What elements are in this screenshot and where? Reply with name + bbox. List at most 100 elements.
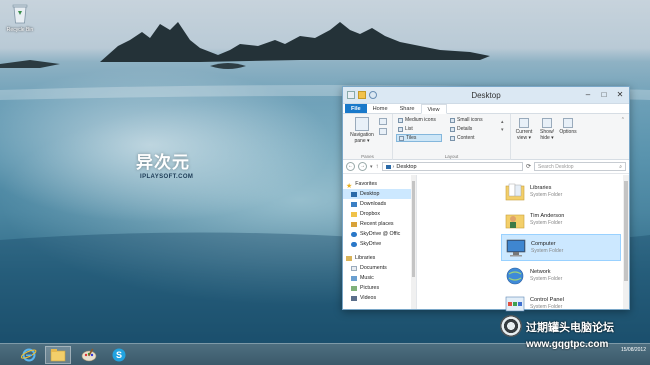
- forum-logo-icon: [500, 315, 522, 337]
- tiles-icon: [399, 135, 404, 141]
- control-panel-icon: [505, 296, 525, 311]
- small-icons-icon: [450, 117, 455, 123]
- preview-pane-icon[interactable]: [379, 118, 387, 125]
- desktop-icon: [351, 191, 357, 197]
- show-hide-icon: [542, 118, 552, 128]
- skype-icon: S: [112, 348, 126, 362]
- maximize-button[interactable]: □: [599, 90, 609, 100]
- content-scroll-thumb[interactable]: [624, 181, 628, 281]
- layout-item-label: Small icons: [457, 117, 483, 123]
- nav-item-label: SkyDrive @ Offic: [360, 231, 401, 237]
- nav-item-downloads[interactable]: Downloads: [343, 199, 416, 209]
- panes-group: Navigation pane ▾ Panes: [343, 114, 393, 160]
- refresh-icon[interactable]: ⟳: [526, 163, 531, 170]
- item-type: System Folder: [530, 220, 563, 226]
- address-path: Desktop: [396, 163, 417, 170]
- tab-file[interactable]: File: [345, 104, 367, 113]
- layout-scroll-arrows[interactable]: ▴ ▾: [501, 118, 504, 134]
- item-name: Tim Anderson: [530, 213, 565, 219]
- nav-item-desktop[interactable]: Desktop: [343, 189, 416, 199]
- minimize-button[interactable]: –: [583, 90, 593, 100]
- svg-text:S: S: [116, 350, 122, 360]
- taskbar-internet-explorer[interactable]: [16, 346, 42, 364]
- nav-item-documents[interactable]: Documents: [343, 263, 416, 273]
- recent-locations-icon[interactable]: ▾: [370, 164, 373, 170]
- nav-item-recent-places[interactable]: Recent places: [343, 219, 416, 229]
- nav-pane-scrollbar[interactable]: [411, 175, 416, 309]
- item-network[interactable]: Network System Folder: [501, 262, 621, 289]
- forward-button[interactable]: →: [358, 162, 367, 171]
- downloads-icon: [351, 201, 357, 207]
- taskbar-paint[interactable]: [76, 346, 102, 364]
- layout-tiles[interactable]: Tiles: [396, 134, 442, 142]
- layout-item-label: List: [405, 126, 413, 132]
- explorer-body: ★ Favorites Desktop Downloads Dropbox Re…: [343, 175, 629, 311]
- taskbar-file-explorer[interactable]: [45, 346, 71, 364]
- show-hide-button[interactable]: Show/ hide ▾: [537, 118, 557, 141]
- item-libraries[interactable]: Libraries System Folder: [501, 178, 621, 205]
- nav-favorites-header[interactable]: ★ Favorites: [343, 179, 416, 190]
- nav-libraries-header[interactable]: Libraries: [343, 253, 416, 263]
- current-view-button[interactable]: Current view ▾: [513, 118, 535, 141]
- internet-explorer-icon: [21, 348, 37, 362]
- skydrive-icon: [351, 241, 357, 247]
- item-tim-anderson[interactable]: Tim Anderson System Folder: [501, 206, 621, 233]
- options-button[interactable]: Options: [558, 118, 578, 136]
- recycle-bin-icon: [12, 4, 28, 24]
- content-scrollbar[interactable]: [623, 175, 629, 309]
- search-field[interactable]: Search Desktop ⌕: [534, 162, 626, 171]
- logo-english-text: IPLAYSOFT.COM: [140, 174, 194, 180]
- up-button[interactable]: ↑: [376, 164, 379, 170]
- title-bar[interactable]: Desktop – □ ✕: [343, 87, 629, 104]
- nav-item-skydrive-office[interactable]: SkyDrive @ Offic: [343, 229, 416, 239]
- music-icon: [351, 275, 357, 281]
- nav-item-label: Dropbox: [360, 211, 381, 217]
- watermark-chinese-text: 过期罐头电脑论坛: [526, 321, 614, 334]
- nav-item-label: Music: [360, 275, 374, 281]
- layout-details[interactable]: Details: [448, 125, 474, 133]
- taskbar-skype[interactable]: S: [106, 346, 132, 364]
- nav-item-skydrive[interactable]: SkyDrive: [343, 239, 416, 249]
- nav-pane-scroll-thumb[interactable]: [412, 181, 415, 277]
- nav-item-music[interactable]: Music: [343, 273, 416, 283]
- chevron-right-icon: ›: [392, 163, 395, 170]
- iplaysoft-logo: 异次元 IPLAYSOFT.COM: [136, 148, 193, 180]
- close-button[interactable]: ✕: [615, 90, 625, 100]
- nav-item-label: Videos: [360, 295, 377, 301]
- star-icon: ★: [346, 182, 353, 190]
- details-pane-icon[interactable]: [379, 128, 387, 135]
- recycle-bin[interactable]: Recycle Bin: [2, 2, 38, 33]
- tab-view[interactable]: View: [420, 104, 447, 114]
- network-icon: [506, 267, 524, 284]
- item-control-panel[interactable]: Control Panel System Folder: [501, 290, 621, 317]
- ribbon-tabs: File Home Share View: [343, 104, 629, 114]
- nav-item-label: SkyDrive: [360, 241, 382, 247]
- nav-item-label: Downloads: [360, 201, 387, 207]
- back-button[interactable]: ←: [346, 162, 355, 171]
- layout-group: Medium icons Small icons List Details Ti…: [393, 114, 511, 160]
- layout-item-label: Tiles: [406, 135, 417, 141]
- details-icon: [450, 126, 455, 132]
- tab-home[interactable]: Home: [367, 104, 394, 113]
- options-icon: [563, 118, 573, 128]
- tab-share[interactable]: Share: [394, 104, 421, 113]
- dropbox-icon: [351, 211, 357, 217]
- item-computer[interactable]: Computer System Folder: [501, 234, 621, 261]
- layout-item-label: Details: [457, 126, 473, 132]
- layout-content[interactable]: Content: [448, 134, 477, 142]
- ribbon-collapse-icon[interactable]: ⌃: [621, 117, 625, 123]
- show-hide-label: Show/ hide ▾: [540, 129, 554, 141]
- watermark-url: www.gqgtpc.com: [526, 339, 609, 350]
- layout-small-icons[interactable]: Small icons: [448, 116, 485, 124]
- nav-item-videos[interactable]: Videos: [343, 293, 416, 303]
- layout-medium-icons[interactable]: Medium icons: [396, 116, 438, 124]
- explorer-window[interactable]: Desktop – □ ✕ File Home Share View Navig…: [342, 86, 630, 311]
- nav-item-dropbox[interactable]: Dropbox: [343, 209, 416, 219]
- layout-list[interactable]: List: [396, 125, 415, 133]
- address-field[interactable]: › Desktop: [381, 162, 523, 171]
- address-bar-row: ← → ▾ ↑ › Desktop ⟳ Search Desktop ⌕: [343, 160, 629, 174]
- navigation-pane-button[interactable]: Navigation pane ▾: [347, 117, 377, 144]
- nav-item-pictures[interactable]: Pictures: [343, 283, 416, 293]
- paint-palette-icon: [81, 348, 97, 362]
- user-folder-icon: [505, 214, 525, 228]
